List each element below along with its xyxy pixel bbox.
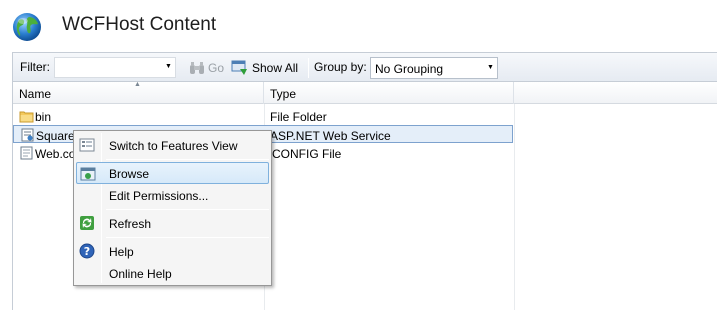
config-file-icon xyxy=(20,146,33,160)
go-label: Go xyxy=(208,61,225,75)
group-by-value: No Grouping xyxy=(375,62,444,76)
filter-input[interactable]: ▼ xyxy=(54,57,176,78)
show-all-icon xyxy=(231,60,247,75)
context-menu: Switch to Features View Browse Edit Perm… xyxy=(73,130,272,286)
menu-item-label: Refresh xyxy=(109,217,152,231)
list-item-type: CONFIG File xyxy=(272,147,342,161)
column-header-type[interactable]: Type xyxy=(264,82,514,104)
list-item-type: File Folder xyxy=(270,110,327,124)
features-view-icon xyxy=(79,138,95,152)
menu-separator xyxy=(106,159,269,160)
menu-item-label: Switch to Features View xyxy=(109,139,238,153)
menu-item-refresh[interactable]: Refresh xyxy=(76,212,269,234)
binoculars-icon xyxy=(190,62,204,74)
svg-text:?: ? xyxy=(84,245,90,258)
go-button[interactable]: Go ▼ xyxy=(189,58,237,78)
menu-item-label: Edit Permissions... xyxy=(109,189,209,203)
help-icon: ? xyxy=(79,243,95,259)
list-item-name: bin xyxy=(35,110,52,124)
toolbar-divider xyxy=(308,58,309,78)
chevron-down-icon[interactable]: ▼ xyxy=(165,63,172,70)
list-item[interactable]: bin File Folder xyxy=(13,107,513,125)
menu-separator xyxy=(106,209,269,210)
column-header-row: Name ▲ Type xyxy=(13,81,717,104)
column-header-name[interactable]: Name ▲ xyxy=(13,81,264,104)
service-file-icon xyxy=(21,128,34,142)
list-item-name: Web.co xyxy=(35,147,76,161)
menu-item-label: Online Help xyxy=(109,267,172,281)
menu-item-switch-to-features-view[interactable]: Switch to Features View xyxy=(76,134,269,156)
group-by-label: Group by: xyxy=(314,60,367,74)
chevron-down-icon[interactable]: ▼ xyxy=(487,64,494,71)
group-by-select[interactable]: No Grouping ▼ xyxy=(370,57,498,79)
globe-icon xyxy=(13,13,41,41)
menu-item-online-help[interactable]: Online Help xyxy=(76,262,269,284)
menu-item-label: Help xyxy=(109,245,134,259)
show-all-button[interactable]: Show All xyxy=(231,58,298,78)
menu-item-label: Browse xyxy=(109,167,150,181)
column-header-filler xyxy=(514,82,717,104)
page-title: WCFHost Content xyxy=(62,14,217,35)
list-item-type: ASP.NET Web Service xyxy=(270,129,391,143)
menu-item-help[interactable]: ? Help xyxy=(76,240,269,262)
refresh-icon xyxy=(80,216,94,230)
filter-label: Filter: xyxy=(20,60,50,74)
browse-icon xyxy=(80,167,96,181)
column-divider xyxy=(514,104,515,310)
column-header-type-label: Type xyxy=(270,87,297,101)
sort-ascending-icon: ▲ xyxy=(134,81,141,88)
show-all-label: Show All xyxy=(252,61,299,75)
column-header-name-label: Name xyxy=(19,87,52,101)
filter-toolbar: Filter: ▼ Go ▼ Show All Group by: No Gro… xyxy=(12,52,717,82)
menu-item-edit-permissions[interactable]: Edit Permissions... xyxy=(76,184,269,206)
menu-item-browse[interactable]: Browse xyxy=(76,162,269,184)
folder-icon xyxy=(19,111,34,123)
menu-separator xyxy=(106,237,269,238)
page-header: WCFHost Content xyxy=(0,0,717,50)
